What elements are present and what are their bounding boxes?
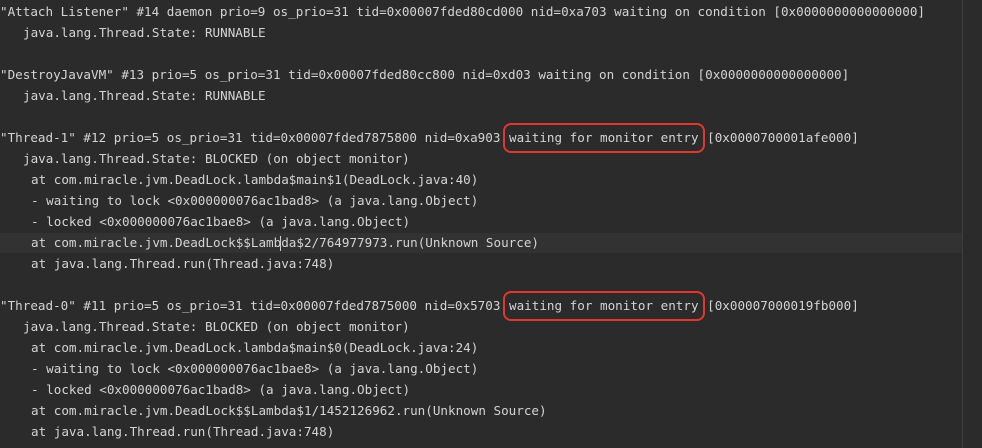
lock-waiting-thread-1: - waiting to lock <0x000000076ac1bad8> (… bbox=[31, 193, 479, 208]
thread-state-thread-0: java.lang.Thread.State: BLOCKED (on obje… bbox=[23, 319, 410, 334]
thread-1-highlight-box: waiting for monitor entry bbox=[503, 123, 705, 153]
stack-frame-thread-0-run: at com.miracle.jvm.DeadLock$$Lambda$1/14… bbox=[31, 403, 547, 418]
right-margin-guide bbox=[962, 0, 963, 448]
thread-0-header-prefix: "Thread-0" #11 prio=5 os_prio=31 tid=0x0… bbox=[0, 298, 508, 313]
stack-frame-thread-1-run: at com.miracle.jvm.DeadLock$$Lambda$2/76… bbox=[31, 233, 539, 253]
thread-header-attach-listener: "Attach Listener" #14 daemon prio=9 os_p… bbox=[0, 4, 926, 19]
stack-frame-thread-0-lambda: at com.miracle.jvm.DeadLock.lambda$main$… bbox=[31, 340, 479, 355]
lock-held-thread-0: - locked <0x000000076ac1bad8> (a java.la… bbox=[31, 382, 411, 397]
stack-frame-thread-1-thread-run: at java.lang.Thread.run(Thread.java:748) bbox=[31, 256, 335, 271]
thread-1-header-prefix: "Thread-1" #12 prio=5 os_prio=31 tid=0x0… bbox=[0, 130, 508, 145]
thread-dump-console[interactable]: "Attach Listener" #14 daemon prio=9 os_p… bbox=[0, 0, 982, 448]
stack-frame-thread-1-lambda: at com.miracle.jvm.DeadLock.lambda$main$… bbox=[31, 172, 479, 187]
thread-state-destroy-javavm: java.lang.Thread.State: RUNNABLE bbox=[23, 88, 266, 103]
thread-0-highlight-box: waiting for monitor entry bbox=[503, 291, 705, 321]
stack-frame-thread-1-run-b: da$2/764977973.run(Unknown Source) bbox=[281, 235, 540, 250]
thread-1-header-suffix: [0x0000700001afe000] bbox=[699, 130, 859, 145]
lock-waiting-thread-0: - waiting to lock <0x000000076ac1bae8> (… bbox=[31, 361, 479, 376]
thread-state-thread-1: java.lang.Thread.State: BLOCKED (on obje… bbox=[23, 151, 410, 166]
thread-header-thread-1: "Thread-1" #12 prio=5 os_prio=31 tid=0x0… bbox=[0, 123, 859, 153]
thread-0-header-suffix: [0x00007000019fb000] bbox=[699, 298, 859, 313]
lock-held-thread-1: - locked <0x000000076ac1bae8> (a java.la… bbox=[31, 214, 411, 229]
stack-frame-thread-1-run-a: at com.miracle.jvm.DeadLock$$Lamb bbox=[31, 235, 282, 250]
thread-state-attach-listener: java.lang.Thread.State: RUNNABLE bbox=[23, 25, 266, 40]
thread-header-destroy-javavm: "DestroyJavaVM" #13 prio=5 os_prio=31 ti… bbox=[0, 67, 850, 82]
stack-frame-thread-0-thread-run: at java.lang.Thread.run(Thread.java:748) bbox=[31, 424, 335, 439]
thread-header-thread-0: "Thread-0" #11 prio=5 os_prio=31 tid=0x0… bbox=[0, 291, 859, 321]
